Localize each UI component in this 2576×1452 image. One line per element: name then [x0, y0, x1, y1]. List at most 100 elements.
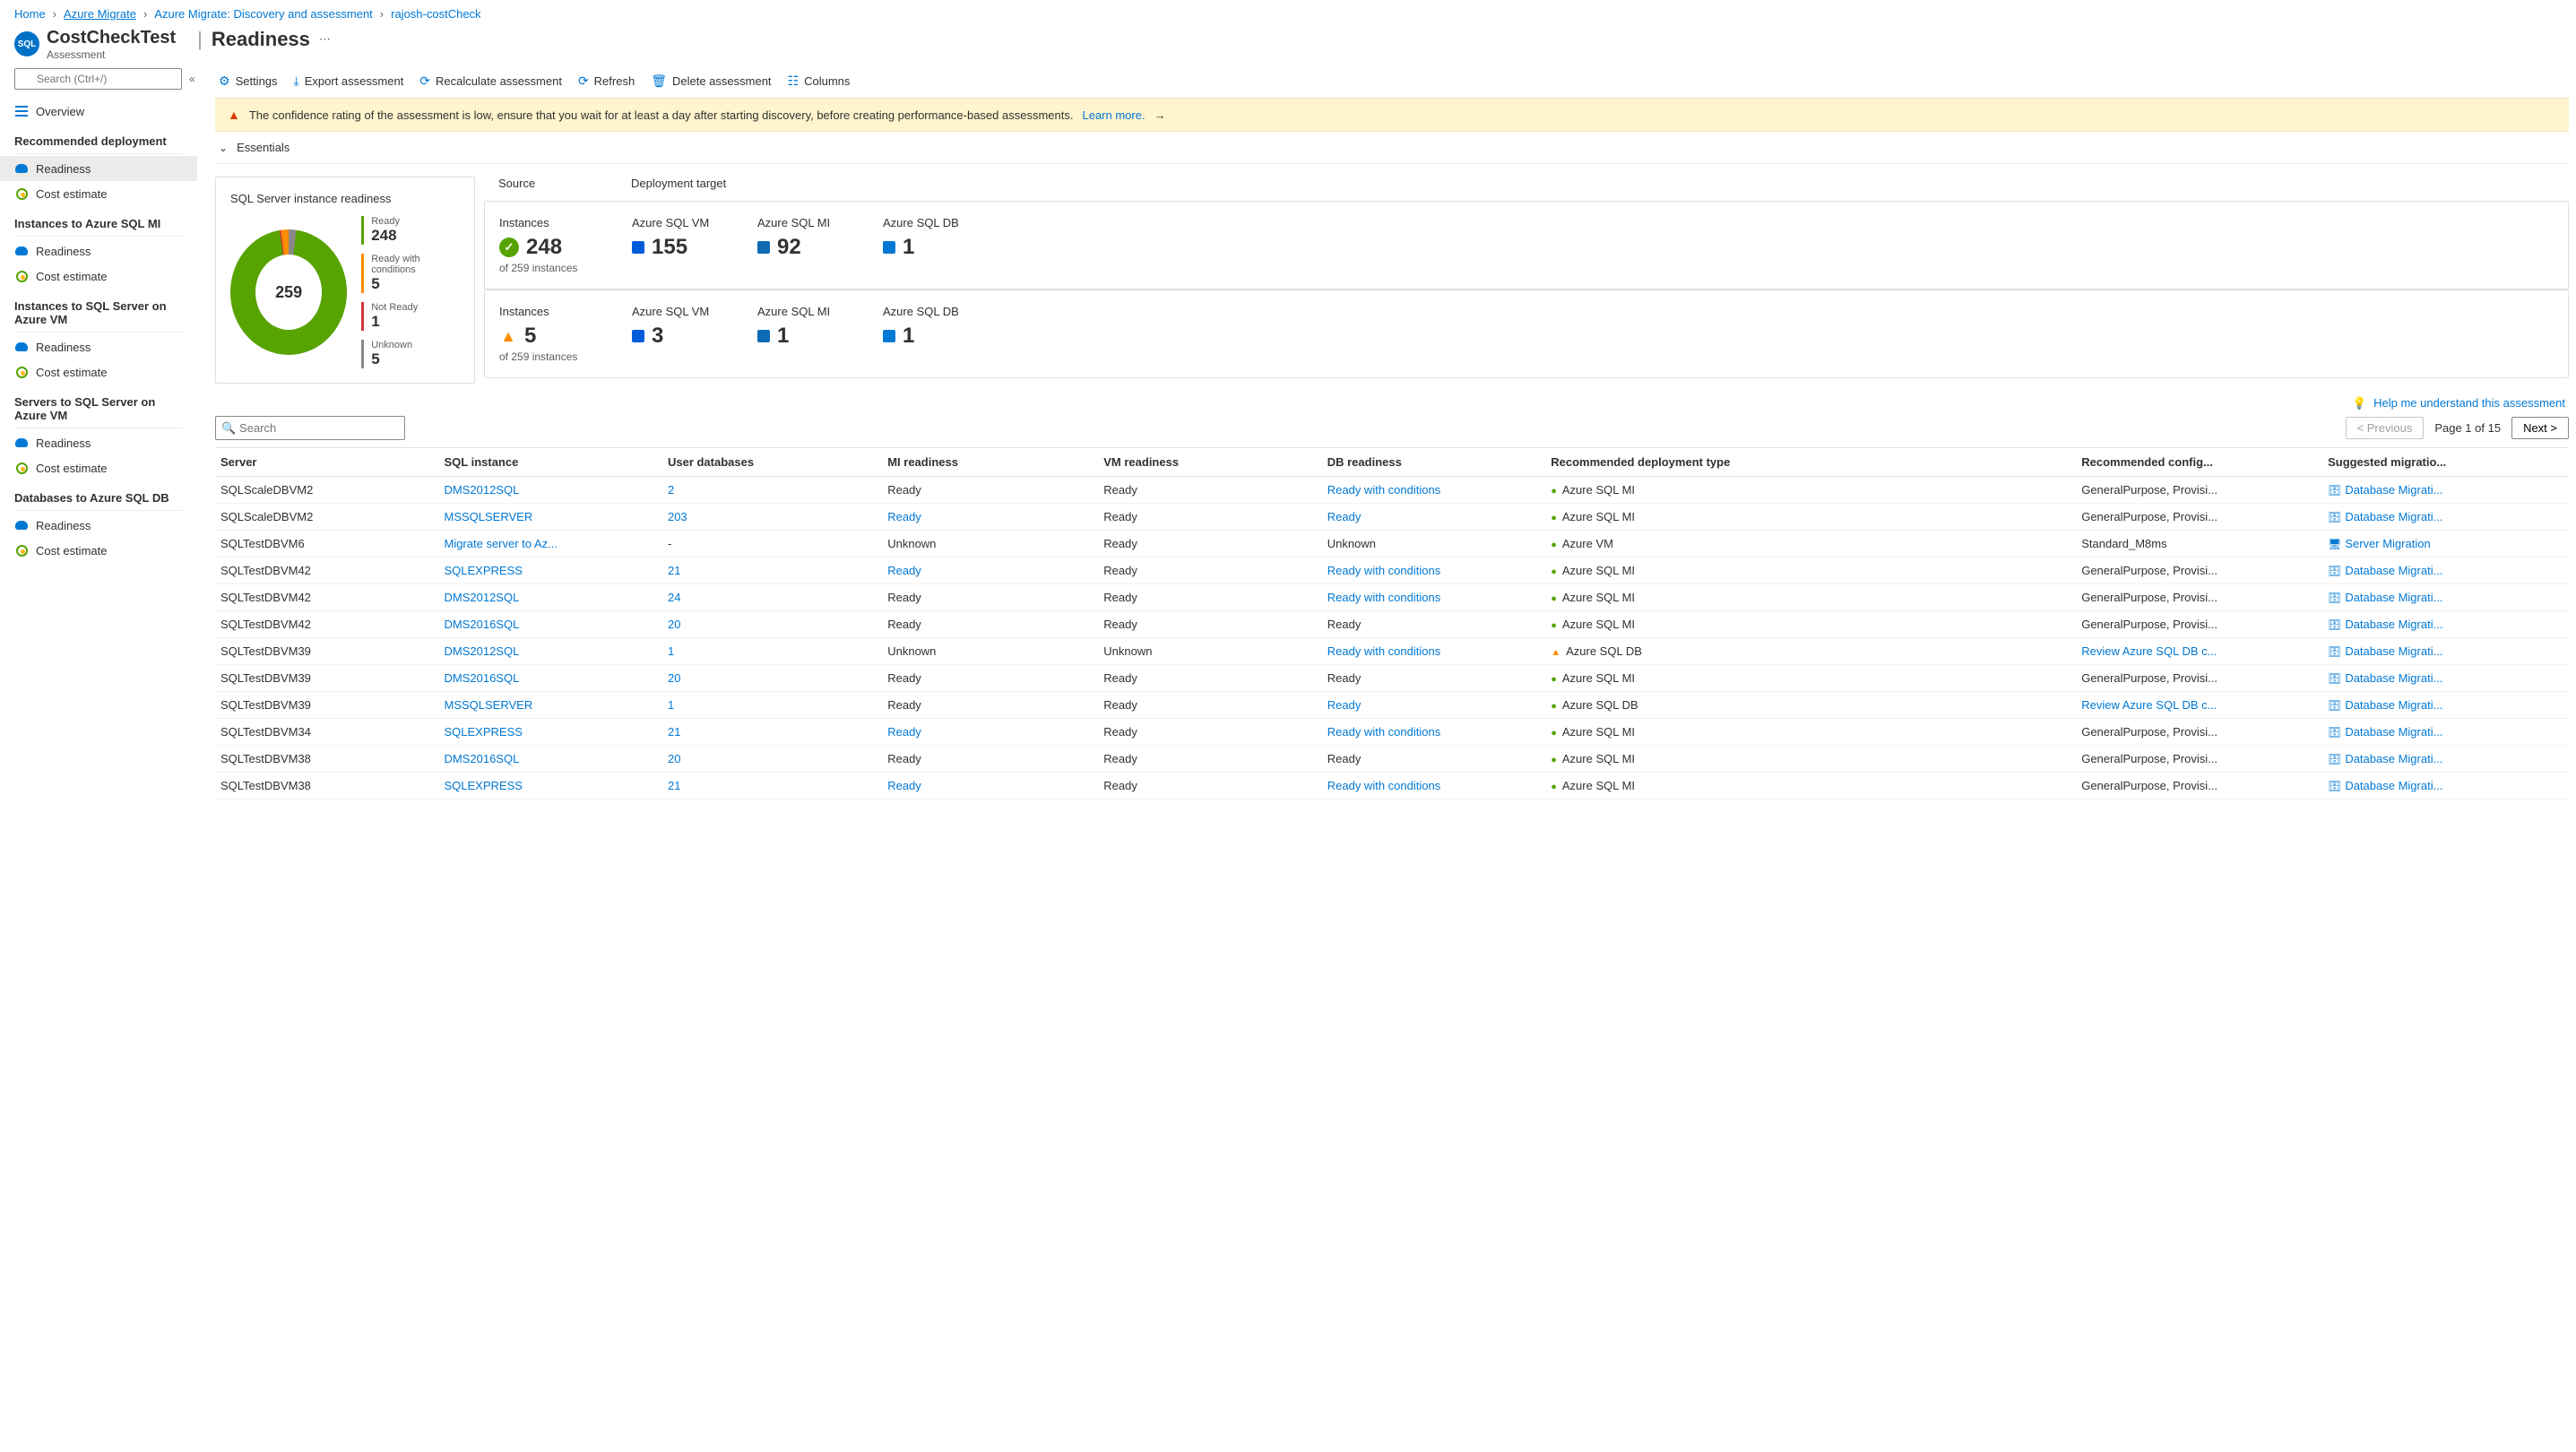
sidebar-item[interactable]: Readiness [0, 156, 197, 181]
cell-link[interactable]: Ready with conditions [1327, 644, 1440, 658]
next-button[interactable]: Next > [2511, 417, 2569, 439]
column-header[interactable]: Suggested migratio... [2322, 448, 2569, 477]
cell-link[interactable]: Ready [887, 564, 921, 577]
cell-link[interactable]: Ready with conditions [1327, 483, 1440, 497]
table-row[interactable]: SQLTestDBVM39DMS2012SQL1UnknownUnknownRe… [215, 638, 2569, 665]
cell-link[interactable]: 1 [668, 698, 674, 712]
help-link[interactable]: Help me understand this assessment [2373, 396, 2565, 410]
table-row[interactable]: SQLTestDBVM42SQLEXPRESS21ReadyReadyReady… [215, 557, 2569, 584]
table-row[interactable]: SQLTestDBVM38SQLEXPRESS21ReadyReadyReady… [215, 773, 2569, 799]
cell-link[interactable]: Migrate server to Az... [444, 537, 557, 550]
column-header[interactable]: DB readiness [1322, 448, 1545, 477]
cell-link[interactable]: 24 [668, 591, 680, 604]
cell-link[interactable]: Database Migrati... [2345, 618, 2442, 631]
sidebar-item[interactable]: Cost estimate [0, 264, 197, 289]
cell-link[interactable]: 203 [668, 510, 687, 523]
export-button[interactable]: ⤓Export assessment [294, 73, 404, 89]
cell-link[interactable]: SQLEXPRESS [444, 564, 522, 577]
table-row[interactable]: SQLTestDBVM42DMS2016SQL20ReadyReadyReady… [215, 611, 2569, 638]
column-header[interactable]: Recommended deployment type [1545, 448, 2076, 477]
table-row[interactable]: SQLScaleDBVM2MSSQLSERVER203ReadyReadyRea… [215, 504, 2569, 531]
column-header[interactable]: MI readiness [882, 448, 1098, 477]
cell-link[interactable]: Database Migrati... [2345, 671, 2442, 685]
sidebar-item[interactable]: Readiness [0, 238, 197, 264]
cell-link[interactable]: SQLEXPRESS [444, 779, 522, 792]
recalculate-button[interactable]: ⟳Recalculate assessment [419, 73, 562, 89]
table-row[interactable]: SQLTestDBVM38DMS2016SQL20ReadyReadyReady… [215, 746, 2569, 773]
cell-link[interactable]: DMS2016SQL [444, 618, 519, 631]
cell-link[interactable]: Ready with conditions [1327, 564, 1440, 577]
sidebar-item[interactable]: Cost estimate [0, 455, 197, 480]
cell-link[interactable]: Review Azure SQL DB c... [2081, 644, 2217, 658]
table-search-input[interactable] [215, 416, 405, 440]
cell-link[interactable]: DMS2016SQL [444, 671, 519, 685]
column-header[interactable]: User databases [662, 448, 882, 477]
table-row[interactable]: SQLTestDBVM39MSSQLSERVER1ReadyReadyReady… [215, 692, 2569, 719]
cell-link[interactable]: Ready with conditions [1327, 591, 1440, 604]
cell-link[interactable]: 21 [668, 564, 680, 577]
cell-link[interactable]: Ready [887, 725, 921, 739]
sidebar-item[interactable]: Cost estimate [0, 359, 197, 385]
sidebar-item[interactable]: Readiness [0, 430, 197, 455]
cell-link[interactable]: Database Migrati... [2345, 644, 2442, 658]
refresh-button[interactable]: ⟳Refresh [578, 73, 635, 89]
essentials-toggle[interactable]: ⌄ Essentials [215, 132, 2569, 164]
cell-link[interactable]: 2 [668, 483, 674, 497]
breadcrumb-home[interactable]: Home [14, 7, 46, 21]
table-row[interactable]: SQLTestDBVM34SQLEXPRESS21ReadyReadyReady… [215, 719, 2569, 746]
sidebar-item-overview[interactable]: Overview [0, 99, 197, 124]
sidebar-search-input[interactable] [14, 68, 182, 90]
cell-link[interactable]: 21 [668, 725, 680, 739]
cell-link[interactable]: Database Migrati... [2345, 779, 2442, 792]
column-header[interactable]: SQL instance [438, 448, 661, 477]
cell-link[interactable]: DMS2012SQL [444, 591, 519, 604]
breadcrumb-link[interactable]: rajosh-costCheck [391, 7, 480, 21]
cell-link[interactable]: 20 [668, 671, 680, 685]
cell-link[interactable]: Database Migrati... [2345, 698, 2442, 712]
cell-link[interactable]: DMS2012SQL [444, 644, 519, 658]
sidebar-item[interactable]: Cost estimate [0, 181, 197, 206]
column-header[interactable]: VM readiness [1098, 448, 1321, 477]
more-actions-icon[interactable]: ⋯ [319, 32, 333, 47]
cell-link[interactable]: 20 [668, 618, 680, 631]
column-header[interactable]: Server [215, 448, 438, 477]
table-row[interactable]: SQLTestDBVM6Migrate server to Az...-Unkn… [215, 531, 2569, 557]
learn-more-link[interactable]: Learn more. [1082, 108, 1145, 122]
cell-link[interactable]: 20 [668, 752, 680, 765]
delete-button[interactable]: 🗑Delete assessment [651, 73, 771, 89]
cell-link[interactable]: Ready [1327, 698, 1361, 712]
sidebar-item[interactable]: Readiness [0, 334, 197, 359]
column-header[interactable]: Recommended config... [2076, 448, 2322, 477]
sidebar-item[interactable]: Cost estimate [0, 538, 197, 563]
cell-link[interactable]: MSSQLSERVER [444, 698, 532, 712]
breadcrumb-link[interactable]: Azure Migrate: Discovery and assessment [154, 7, 372, 21]
cell-link[interactable]: Ready [1327, 510, 1361, 523]
cell-link[interactable]: Ready [887, 779, 921, 792]
table-row[interactable]: SQLTestDBVM39DMS2016SQL20ReadyReadyReady… [215, 665, 2569, 692]
cell-link[interactable]: Database Migrati... [2345, 725, 2442, 739]
cell-link[interactable]: Ready with conditions [1327, 779, 1440, 792]
cell-link[interactable]: 21 [668, 779, 680, 792]
sidebar-item[interactable]: Readiness [0, 513, 197, 538]
cell-link[interactable]: Database Migrati... [2345, 510, 2442, 523]
cell-link[interactable]: Review Azure SQL DB c... [2081, 698, 2217, 712]
cell-link[interactable]: Database Migrati... [2345, 752, 2442, 765]
collapse-sidebar-icon[interactable]: « [189, 73, 195, 85]
previous-button[interactable]: < Previous [2346, 417, 2425, 439]
table-row[interactable]: SQLScaleDBVM2DMS2012SQL2ReadyReadyReady … [215, 477, 2569, 504]
cell-link[interactable]: DMS2016SQL [444, 752, 519, 765]
cell-link[interactable]: Database Migrati... [2345, 483, 2442, 497]
cell-link[interactable]: MSSQLSERVER [444, 510, 532, 523]
cell-link[interactable]: Database Migrati... [2345, 564, 2442, 577]
table-row[interactable]: SQLTestDBVM42DMS2012SQL24ReadyReadyReady… [215, 584, 2569, 611]
cell-link[interactable]: Ready [887, 510, 921, 523]
cell-link[interactable]: Database Migrati... [2345, 591, 2442, 604]
cell-link[interactable]: SQLEXPRESS [444, 725, 522, 739]
cell-link[interactable]: 1 [668, 644, 674, 658]
cell-link[interactable]: Server Migration [2345, 537, 2430, 550]
settings-button[interactable]: ⚙Settings [219, 73, 278, 89]
cell-link[interactable]: Ready with conditions [1327, 725, 1440, 739]
breadcrumb-link[interactable]: Azure Migrate [64, 7, 136, 21]
cell-link[interactable]: DMS2012SQL [444, 483, 519, 497]
columns-button[interactable]: ☷Columns [788, 73, 851, 89]
